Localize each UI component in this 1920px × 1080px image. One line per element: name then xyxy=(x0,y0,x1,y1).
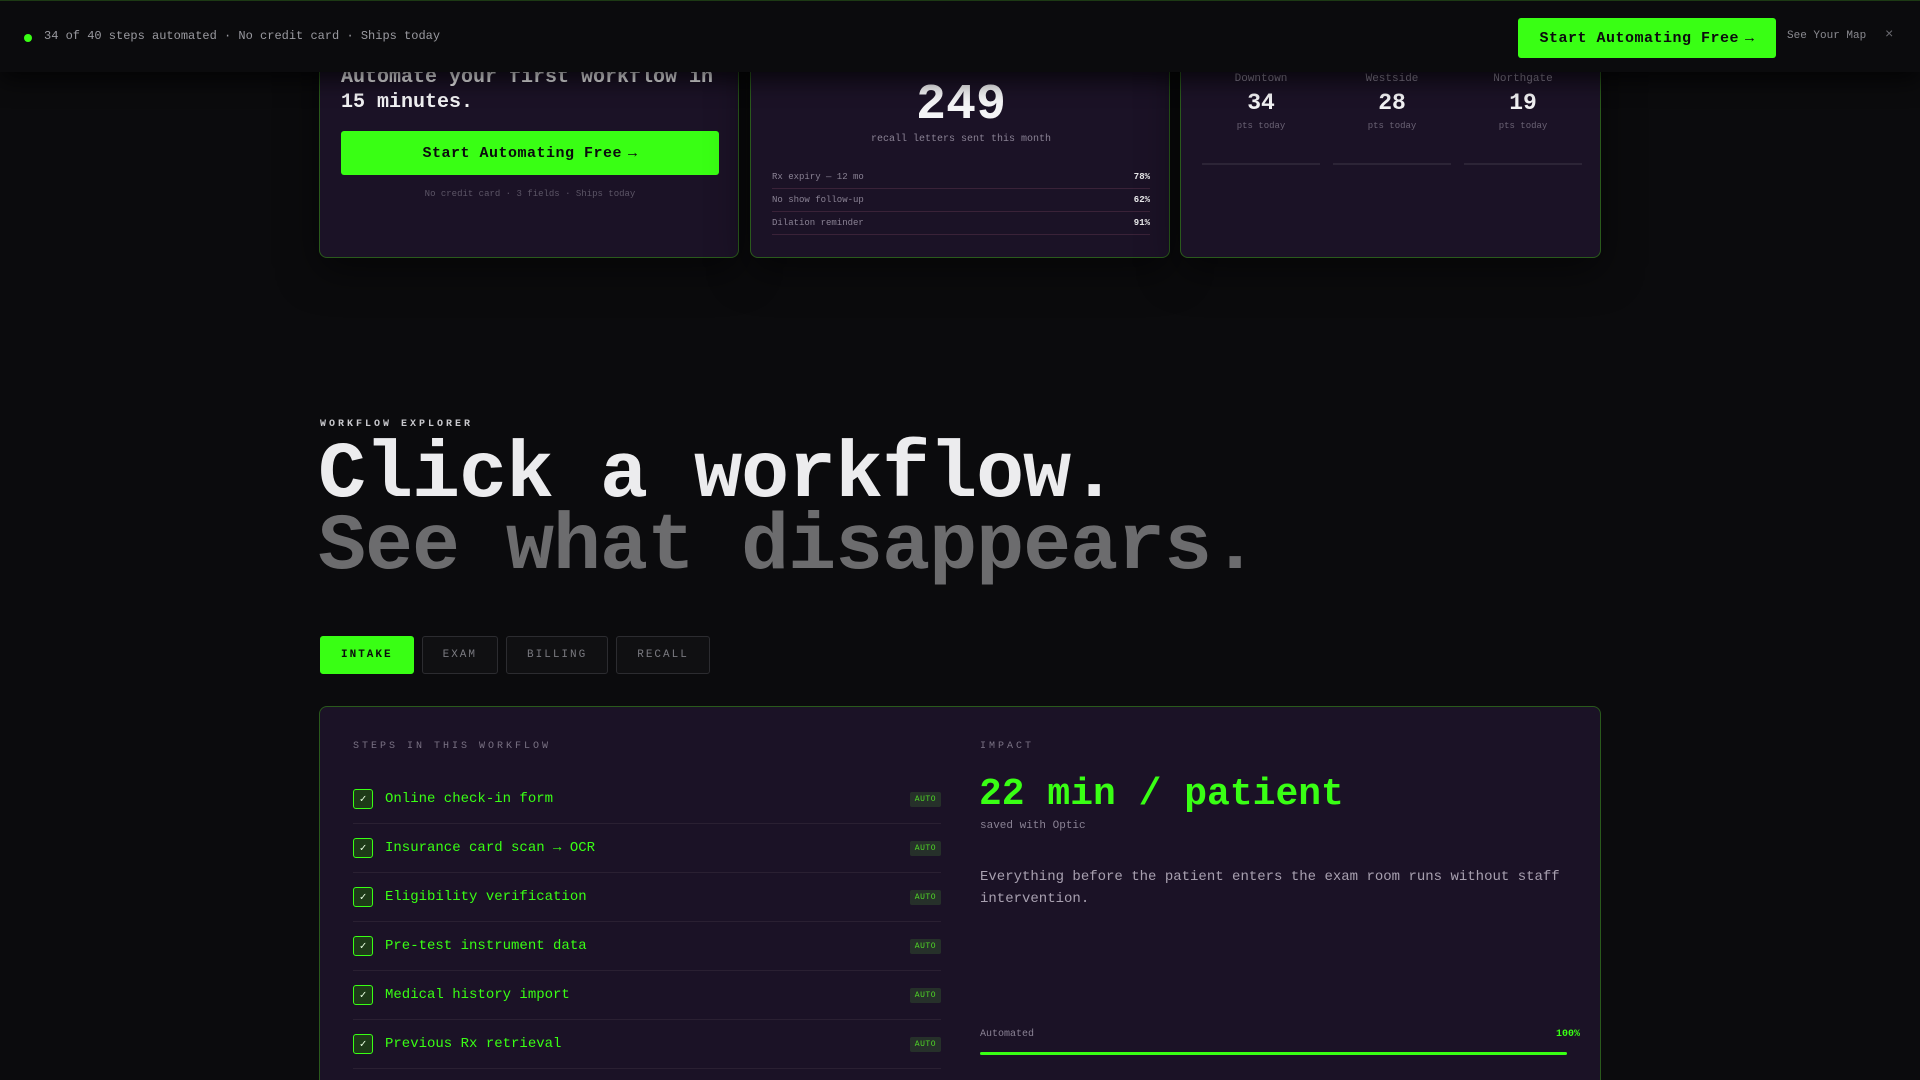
auto-badge: AUTO xyxy=(909,791,941,807)
tab-exam[interactable]: EXAM xyxy=(421,636,499,674)
close-icon[interactable]: × xyxy=(1885,27,1893,43)
step-text: Online check-in form xyxy=(385,791,554,807)
recall-count: 249 xyxy=(915,77,1006,134)
step-text: Pre-test instrument data xyxy=(385,938,587,954)
recall-row-label: Rx expiry — 12 mo xyxy=(772,172,864,182)
step-text: Medical history import xyxy=(385,987,570,1003)
check-icon: ✓ xyxy=(353,936,373,956)
check-icon: ✓ xyxy=(353,838,373,858)
location-list: Downtown 34 pts today Westside 28 pts to… xyxy=(1202,69,1582,165)
recall-row: No show follow-up 62% xyxy=(772,189,1150,212)
arrow-right-icon: → xyxy=(1745,29,1755,47)
step-list: ✓ Online check-in form AUTO ✓ Insurance … xyxy=(353,775,941,1069)
signup-button-label: Start Automating Free xyxy=(422,144,622,162)
check-icon: ✓ xyxy=(353,985,373,1005)
impact-description: Everything before the patient enters the… xyxy=(980,869,1560,907)
recall-rows: Rx expiry — 12 mo 78% No show follow-up … xyxy=(772,166,1150,235)
check-icon: ✓ xyxy=(353,887,373,907)
location-count: 19 xyxy=(1509,90,1537,116)
signup-fine-print: No credit card · 3 fields · Ships today xyxy=(424,189,636,199)
location-name: Northgate xyxy=(1493,73,1553,85)
check-icon: ✓ xyxy=(353,1034,373,1054)
location-item: Downtown 34 pts today xyxy=(1202,69,1320,165)
location-unit: pts today xyxy=(1498,121,1548,131)
see-your-map-link[interactable]: See Your Map xyxy=(1787,30,1866,42)
location-count: 28 xyxy=(1378,90,1406,116)
tab-recall[interactable]: RECALL xyxy=(616,636,710,674)
auto-badge: AUTO xyxy=(909,1036,941,1052)
step-text: Previous Rx retrieval xyxy=(385,1036,562,1052)
recall-row-pct: 62% xyxy=(1133,195,1150,205)
recall-row: Dilation reminder 91% xyxy=(772,212,1150,235)
step-text: Insurance card scan → OCR xyxy=(385,840,596,856)
location-item: Northgate 19 pts today xyxy=(1464,69,1582,165)
workflow-panel: STEPS IN THIS WORKFLOW IMPACT ✓ Online c… xyxy=(319,706,1601,1080)
automated-progress-fill xyxy=(980,1052,1567,1055)
recall-row-pct: 78% xyxy=(1133,172,1150,182)
status-dot-icon xyxy=(24,34,32,42)
list-item: ✓ Medical history import AUTO xyxy=(353,971,941,1020)
recall-caption: recall letters sent this month xyxy=(870,134,1052,145)
automated-label: Automated xyxy=(980,1029,1035,1040)
location-count: 34 xyxy=(1247,90,1275,116)
impact-label: IMPACT xyxy=(980,741,1035,752)
list-item: ✓ Pre-test instrument data AUTO xyxy=(353,922,941,971)
list-item: ✓ Previous Rx retrieval AUTO xyxy=(353,1020,941,1069)
start-automating-button[interactable]: Start Automating Free → xyxy=(1518,18,1776,58)
arrow-right-icon: → xyxy=(628,144,638,162)
location-unit: pts today xyxy=(1367,121,1417,131)
list-item: ✓ Online check-in form AUTO xyxy=(353,775,941,824)
list-item: ✓ Insurance card scan → OCR AUTO xyxy=(353,824,941,873)
workflow-tabs: INTAKE EXAM BILLING RECALL xyxy=(320,636,710,674)
location-name: Downtown xyxy=(1234,73,1288,85)
automated-progress-bar xyxy=(980,1052,1567,1055)
auto-badge: AUTO xyxy=(909,889,941,905)
tab-billing[interactable]: BILLING xyxy=(506,636,609,674)
section-title-line2: See what disappears. xyxy=(318,502,1259,593)
top-bar: 34 of 40 steps automated · No credit car… xyxy=(0,0,1920,72)
automation-status-text: 34 of 40 steps automated · No credit car… xyxy=(44,29,441,43)
check-icon: ✓ xyxy=(353,789,373,809)
tab-intake[interactable]: INTAKE xyxy=(320,636,414,674)
auto-badge: AUTO xyxy=(909,840,941,856)
location-unit: pts today xyxy=(1236,121,1286,131)
recall-row-pct: 91% xyxy=(1133,218,1150,228)
impact-value: 22 min / patient xyxy=(979,773,1344,816)
auto-badge: AUTO xyxy=(909,938,941,954)
section-eyebrow: WORKFLOW EXPLORER xyxy=(320,419,474,430)
steps-label: STEPS IN THIS WORKFLOW xyxy=(353,741,552,752)
auto-badge: AUTO xyxy=(909,987,941,1003)
cta-label: Start Automating Free xyxy=(1539,29,1739,47)
signup-start-button[interactable]: Start Automating Free → xyxy=(341,131,719,175)
recall-row-label: No show follow-up xyxy=(772,195,864,205)
location-item: Westside 28 pts today xyxy=(1333,69,1451,165)
location-name: Westside xyxy=(1365,73,1419,85)
impact-subtitle: saved with Optic xyxy=(980,820,1086,832)
recall-row: Rx expiry — 12 mo 78% xyxy=(772,166,1150,189)
automated-percent: 100% xyxy=(1555,1029,1580,1040)
recall-row-label: Dilation reminder xyxy=(772,218,864,228)
list-item: ✓ Eligibility verification AUTO xyxy=(353,873,941,922)
signup-headline: Automate your first workflow in 15 minut… xyxy=(341,66,714,114)
step-text: Eligibility verification xyxy=(385,889,587,905)
